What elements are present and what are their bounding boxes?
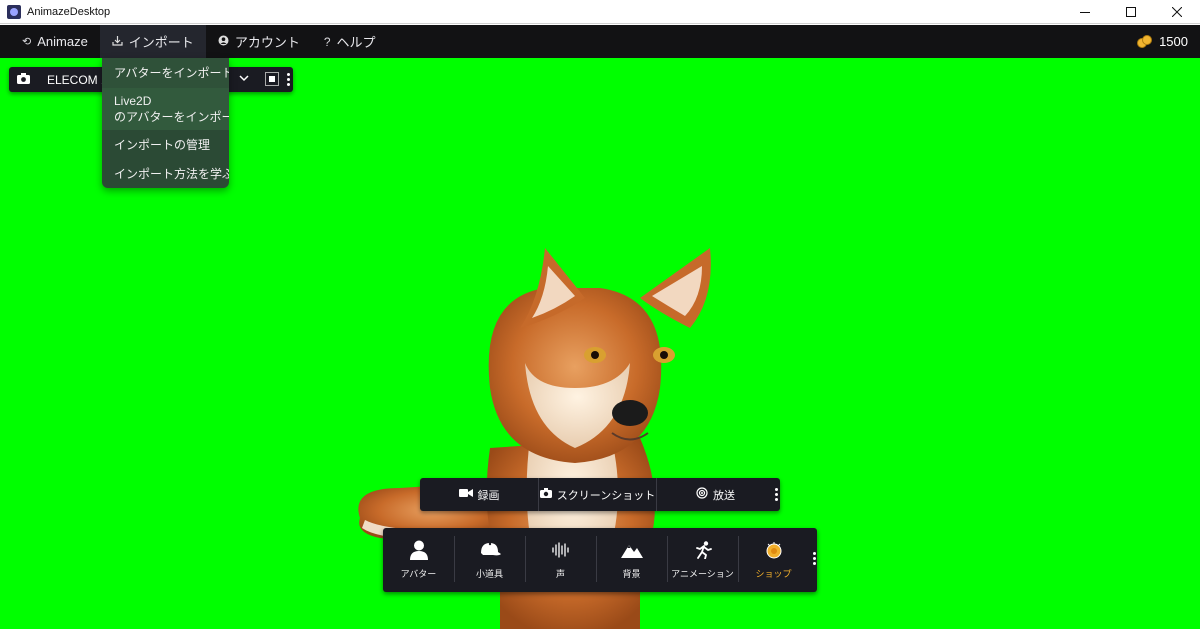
import-dropdown: アバターをインポート Live2D のアバターをインポート インポートの管理 イ… (102, 58, 229, 188)
camera-icon (17, 72, 33, 87)
menu-item-label: アカウント (234, 35, 300, 50)
dock-label: アニメーション (671, 569, 734, 579)
broadcast-button[interactable]: 放送 (656, 478, 774, 511)
menu-item-label: インポート (128, 35, 194, 50)
dock-background-button[interactable]: 背景 (596, 534, 667, 586)
window-title: AnimazeDesktop (27, 5, 111, 18)
dock-label: 背景 (622, 569, 641, 579)
account-icon (218, 35, 229, 49)
minimize-button[interactable] (1062, 0, 1108, 24)
dock-label: 声 (555, 569, 565, 579)
dock-more-icon[interactable] (813, 552, 816, 565)
menu-item-label: アバターをインポート (114, 66, 229, 80)
maximize-icon (1126, 7, 1136, 17)
menu-item-label-line1: Live2D (114, 94, 152, 108)
voice-waveform-icon (551, 539, 570, 561)
close-button[interactable] (1154, 0, 1200, 24)
broadcast-icon (696, 487, 708, 502)
coin-shop-icon (765, 539, 783, 561)
menu-item-label: インポート方法を学ぶ (114, 166, 229, 181)
app-icon (7, 4, 21, 19)
preview-toggle-icon[interactable] (265, 72, 279, 86)
menu-item-label-line2: のアバターをインポート (114, 110, 229, 124)
maximize-button[interactable] (1108, 0, 1154, 24)
menu-item-import[interactable]: インポート (99, 25, 206, 58)
help-icon: ? (323, 34, 331, 49)
dock-animation-button[interactable]: アニメーション (667, 534, 738, 586)
coin-balance[interactable]: 1500 (1137, 25, 1188, 58)
video-camera-icon (458, 488, 473, 501)
dock-label: アバター (400, 569, 437, 579)
window-controls (1062, 0, 1200, 24)
import-live2d-item[interactable]: Live2D のアバターをインポート (102, 88, 229, 130)
chevron-down-icon[interactable] (239, 72, 249, 87)
dock-voice-button[interactable]: 声 (525, 534, 596, 586)
minimize-icon (1080, 12, 1090, 13)
record-label: 録画 (477, 489, 500, 502)
menu-item-account[interactable]: アカウント (206, 25, 312, 58)
import-icon (112, 35, 123, 49)
capture-more-icon[interactable] (775, 488, 778, 501)
broadcast-label: 放送 (713, 489, 735, 502)
mountains-icon (620, 539, 643, 561)
coin-count: 1500 (1159, 34, 1188, 49)
menu-item-animaze[interactable]: ⟲ Animaze (0, 25, 100, 58)
window-titlebar: AnimazeDesktop (0, 0, 1200, 24)
manage-imports-item[interactable]: インポートの管理 (102, 130, 229, 159)
close-icon (1172, 7, 1182, 17)
main-dock: アバター 小道具 声 背景 アニメーション ショップ (383, 528, 817, 592)
coins-icon (1137, 34, 1153, 49)
dock-label: ショップ (755, 569, 792, 579)
animaze-logo-icon: ⟲ (22, 36, 32, 48)
screenshot-button[interactable]: スクリーンショット (538, 478, 656, 511)
screenshot-label: スクリーンショット (556, 489, 656, 502)
import-avatar-item[interactable]: アバターをインポート (102, 58, 229, 88)
webcam-more-icon[interactable] (287, 73, 290, 86)
dock-label: 小道具 (475, 569, 503, 579)
menu-item-label: ヘルプ (336, 35, 376, 50)
camera-icon (539, 488, 552, 501)
avatar-icon (409, 539, 428, 561)
dock-props-button[interactable]: 小道具 (454, 534, 525, 586)
learn-import-item[interactable]: インポート方法を学ぶ (102, 159, 229, 188)
menu-item-label: インポートの管理 (114, 137, 211, 152)
props-cap-icon (479, 539, 501, 561)
dock-shop-button[interactable]: ショップ (738, 534, 809, 586)
capture-toolbar: 録画 スクリーンショット 放送 (420, 478, 780, 511)
running-person-icon (694, 539, 712, 561)
menu-bar: ⟲ Animaze インポート アカウント ? ヘルプ 1500 (0, 25, 1200, 58)
record-button[interactable]: 録画 (420, 478, 538, 511)
dock-avatar-button[interactable]: アバター (383, 534, 454, 586)
menu-item-label: Animaze (37, 34, 88, 49)
menu-item-help[interactable]: ? ヘルプ (312, 25, 388, 58)
